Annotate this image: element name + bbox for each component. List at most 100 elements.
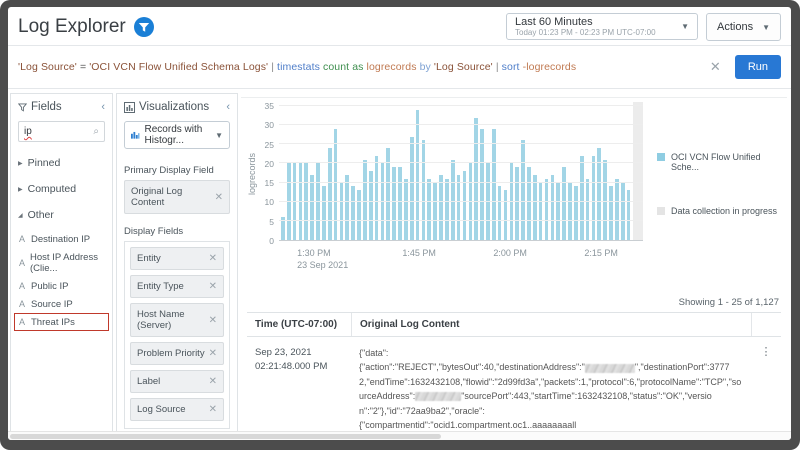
chart-bar[interactable] bbox=[427, 179, 431, 240]
chart-bar[interactable] bbox=[410, 137, 414, 240]
chart-bar[interactable] bbox=[469, 163, 473, 240]
chart-bar[interactable] bbox=[586, 179, 590, 240]
display-field-chip[interactable]: Problem Priority✕ bbox=[130, 342, 224, 365]
y-tick-label: 35 bbox=[265, 101, 274, 111]
chart-bar[interactable] bbox=[551, 175, 555, 240]
run-button[interactable]: Run bbox=[735, 55, 781, 79]
clear-query-icon[interactable]: ✕ bbox=[696, 59, 735, 75]
field-item[interactable]: ADestination IP bbox=[14, 230, 109, 248]
triangle-expanded-icon: ◢ bbox=[18, 212, 23, 219]
chart-bar[interactable] bbox=[527, 167, 531, 240]
collapse-visualizations-icon[interactable]: ‹ bbox=[226, 101, 230, 113]
y-tick-label: 5 bbox=[269, 217, 274, 227]
column-header-time[interactable]: Time (UTC-07:00) bbox=[247, 313, 351, 336]
chart-bar[interactable] bbox=[375, 156, 379, 240]
chart-bar[interactable] bbox=[293, 163, 297, 240]
field-item[interactable]: ASource IP bbox=[14, 295, 109, 313]
chart-bar[interactable] bbox=[299, 163, 303, 240]
chart-bar[interactable] bbox=[287, 163, 291, 240]
remove-chip-icon[interactable]: ✕ bbox=[209, 253, 217, 264]
chart-bar[interactable] bbox=[381, 163, 385, 240]
field-search-input[interactable]: ip ⌕ bbox=[18, 121, 105, 142]
query-input[interactable]: 'Log Source' = 'OCI VCN Flow Unified Sch… bbox=[18, 61, 696, 73]
table-row[interactable]: Sep 23, 2021 02:21:48.000 PM {"data":{"a… bbox=[247, 337, 781, 440]
remove-chip-icon[interactable]: ✕ bbox=[209, 348, 217, 359]
chart-bar[interactable] bbox=[334, 129, 338, 240]
display-field-chip-label: Host Name (Server) bbox=[137, 309, 209, 331]
query-token: 'Log Source' bbox=[434, 61, 496, 73]
chart-bar[interactable] bbox=[609, 186, 613, 240]
chart-bar[interactable] bbox=[556, 183, 560, 240]
fields-section-computed[interactable]: ▶Computed bbox=[11, 176, 112, 202]
field-item[interactable]: APublic IP bbox=[14, 277, 109, 295]
remove-chip-icon[interactable]: ✕ bbox=[209, 404, 217, 415]
chart-bar[interactable] bbox=[322, 186, 326, 240]
chart-bar[interactable] bbox=[515, 167, 519, 240]
fields-section-other[interactable]: ◢Other bbox=[11, 202, 112, 228]
chart-type-dropdown[interactable]: Records with Histogr... ▼ bbox=[124, 121, 230, 149]
chart-bar[interactable] bbox=[498, 186, 502, 240]
chart-bar[interactable] bbox=[492, 129, 496, 240]
remove-chip-icon[interactable]: ✕ bbox=[209, 315, 217, 326]
chart-bar[interactable] bbox=[316, 163, 320, 240]
scope-filter-icon[interactable] bbox=[134, 17, 154, 37]
display-field-chip[interactable]: Label✕ bbox=[130, 370, 224, 393]
remove-chip-icon[interactable]: ✕ bbox=[209, 376, 217, 387]
chart-bar[interactable] bbox=[521, 140, 525, 240]
scrollbar-thumb[interactable] bbox=[10, 434, 441, 439]
remove-chip-icon[interactable]: ✕ bbox=[215, 192, 223, 203]
chart-bar[interactable] bbox=[422, 140, 426, 240]
row-menu-icon[interactable]: ⋮ bbox=[751, 337, 781, 440]
chart-bar[interactable] bbox=[562, 167, 566, 240]
query-token: = bbox=[80, 61, 89, 73]
chart-bar[interactable] bbox=[568, 183, 572, 240]
chart-bar[interactable] bbox=[533, 175, 537, 240]
chart-bar[interactable] bbox=[304, 163, 308, 240]
main-content: logrecords 05101520253035 1:30 PM23 Sep … bbox=[241, 97, 787, 440]
chart-bar[interactable] bbox=[404, 179, 408, 240]
chart-bar[interactable] bbox=[398, 167, 402, 240]
chart-bar[interactable] bbox=[486, 163, 490, 240]
field-item-label: Threat IPs bbox=[31, 317, 75, 328]
field-item-label: Host IP Address (Clie... bbox=[30, 252, 104, 274]
chart-bar[interactable] bbox=[310, 175, 314, 240]
display-field-chip[interactable]: Log Source✕ bbox=[130, 398, 224, 421]
y-tick-label: 10 bbox=[265, 197, 274, 207]
chart-bar[interactable] bbox=[504, 190, 508, 240]
chart-bar[interactable] bbox=[345, 175, 349, 240]
fields-section-pinned[interactable]: ▶Pinned bbox=[11, 150, 112, 176]
collapse-fields-icon[interactable]: ‹ bbox=[101, 101, 105, 113]
chart-bar[interactable] bbox=[439, 175, 443, 240]
chart-bar[interactable] bbox=[574, 186, 578, 240]
chart-bar[interactable] bbox=[340, 183, 344, 240]
display-field-chip[interactable]: Host Name (Server)✕ bbox=[130, 303, 224, 337]
chart-bar[interactable] bbox=[545, 179, 549, 240]
chart-bar[interactable] bbox=[580, 156, 584, 240]
chart-bar[interactable] bbox=[621, 183, 625, 240]
chart-bar[interactable] bbox=[615, 179, 619, 240]
column-header-content[interactable]: Original Log Content bbox=[351, 313, 751, 336]
chart-bar[interactable] bbox=[357, 190, 361, 240]
primary-field-chip[interactable]: Original Log Content ✕ bbox=[124, 180, 230, 214]
chevron-down-icon: ▼ bbox=[762, 23, 770, 32]
chart-bar[interactable] bbox=[351, 186, 355, 240]
display-field-chip[interactable]: Entity✕ bbox=[130, 247, 224, 270]
chart-bar[interactable] bbox=[445, 179, 449, 240]
chart-bar[interactable] bbox=[510, 163, 514, 240]
chart-bar[interactable] bbox=[474, 118, 478, 241]
chart-bar[interactable] bbox=[433, 183, 437, 240]
chart-bar[interactable] bbox=[480, 129, 484, 240]
chart-bar[interactable] bbox=[539, 183, 543, 240]
chart-bar[interactable] bbox=[592, 156, 596, 240]
horizontal-scrollbar[interactable] bbox=[8, 431, 791, 440]
chart-bar[interactable] bbox=[627, 190, 631, 240]
field-item[interactable]: AHost IP Address (Clie... bbox=[14, 248, 109, 277]
remove-chip-icon[interactable]: ✕ bbox=[209, 281, 217, 292]
chart-bar[interactable] bbox=[457, 175, 461, 240]
display-field-chip[interactable]: Entity Type✕ bbox=[130, 275, 224, 298]
field-item[interactable]: AThreat IPs bbox=[14, 313, 109, 331]
display-fields-label: Display Fields bbox=[117, 220, 237, 241]
actions-button[interactable]: Actions ▼ bbox=[706, 13, 781, 41]
chart-bar[interactable] bbox=[392, 167, 396, 240]
time-range-dropdown[interactable]: Last 60 Minutes Today 01:23 PM - 02:23 P… bbox=[506, 13, 698, 40]
